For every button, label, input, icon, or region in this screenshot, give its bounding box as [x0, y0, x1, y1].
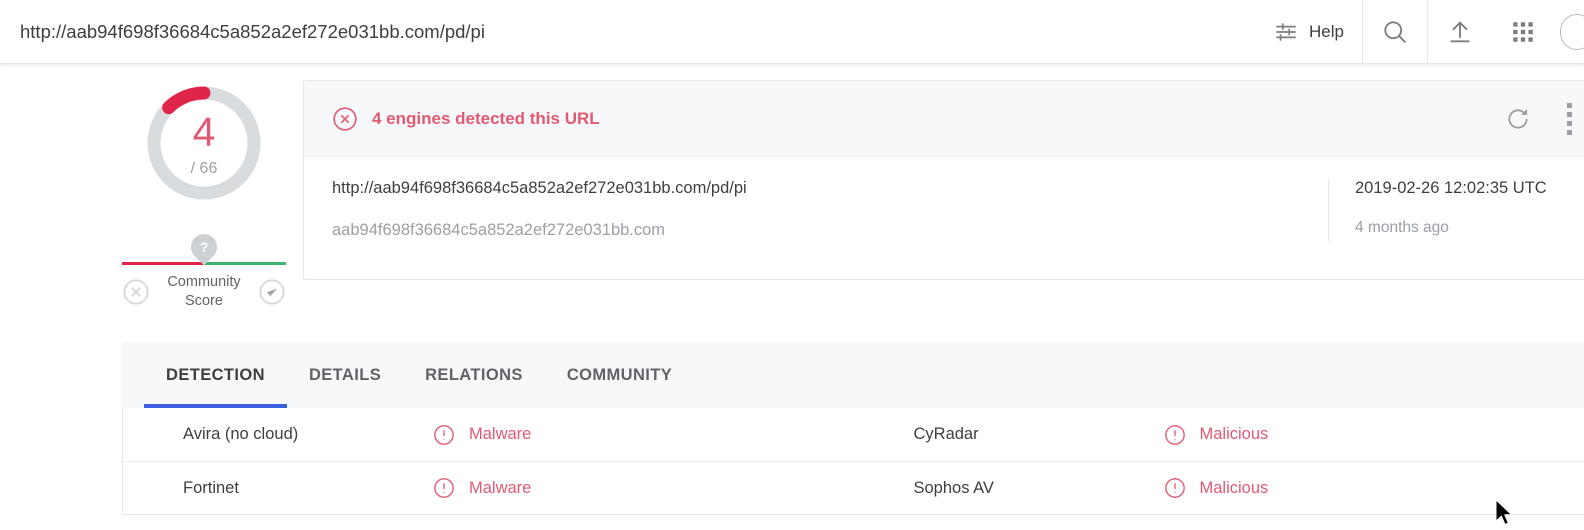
community-bar-negative — [122, 262, 204, 265]
engine-name: CyRadar — [854, 425, 1164, 444]
url-summary-body: http://aab94f698f36684c5a852a2ef272e031b… — [304, 157, 1584, 267]
help-link[interactable]: Help — [1299, 22, 1344, 42]
community-score-label: Community Score — [150, 273, 258, 311]
community-bar-positive — [204, 262, 286, 265]
upload-icon — [1446, 18, 1474, 46]
circle-exclamation-icon — [433, 477, 455, 499]
url-info: http://aab94f698f36684c5a852a2ef272e031b… — [304, 179, 1328, 241]
scanned-domain[interactable]: aab94f698f36684c5a852a2ef272e031bb.com — [332, 221, 1328, 241]
tab-community[interactable]: COMMUNITY — [545, 342, 694, 408]
preferences-button[interactable]: Help — [1255, 0, 1362, 64]
engine-verdict: Malware — [433, 424, 531, 446]
engine-total: / 66 — [191, 160, 218, 178]
community-label-line1: Community — [167, 274, 240, 290]
circle-exclamation-icon — [1164, 477, 1186, 499]
toolbar-actions: Help — [1255, 0, 1584, 64]
table-row: Fortinet Malware Sophos AV Malicious — [123, 461, 1584, 514]
community-score-row: Community Score — [122, 273, 286, 311]
engine-verdict: Malware — [433, 477, 531, 499]
tab-details[interactable]: DETAILS — [287, 342, 403, 408]
tab-relations[interactable]: RELATIONS — [403, 342, 545, 408]
detection-banner-text: 4 engines detected this URL — [372, 109, 600, 129]
verdict-label: Malicious — [1200, 425, 1269, 444]
detection-entry: Sophos AV Malicious — [854, 462, 1584, 514]
engine-name: Sophos AV — [854, 479, 1164, 498]
engine-verdict: Malicious — [1164, 477, 1269, 499]
score-column: 4 / 66 ? Community Score — [122, 80, 286, 311]
sliders-icon — [1273, 19, 1299, 45]
url-omnibox[interactable]: http://aab94f698f36684c5a852a2ef272e031b… — [0, 21, 1255, 43]
community-marker-pin: ? — [186, 229, 223, 266]
detection-results-table: Avira (no cloud) Malware CyRadar Malicio… — [122, 408, 1584, 515]
refresh-icon[interactable] — [1505, 106, 1531, 132]
report-tabs: DETECTION DETAILS RELATIONS COMMUNITY — [122, 342, 1584, 408]
upload-button[interactable] — [1428, 0, 1492, 64]
apps-grid-icon — [1510, 19, 1536, 45]
tab-detection[interactable]: DETECTION — [144, 342, 287, 408]
community-marker-label: ? — [200, 239, 209, 255]
verdict-label: Malware — [469, 425, 531, 444]
scan-relative-time: 4 months ago — [1355, 219, 1584, 238]
detection-count: 4 — [193, 112, 216, 153]
apps-button[interactable] — [1492, 0, 1554, 64]
engine-verdict: Malicious — [1164, 424, 1269, 446]
table-row: Avira (no cloud) Malware CyRadar Malicio… — [123, 408, 1584, 461]
gauge-center: 4 / 66 — [141, 80, 267, 206]
verdict-label: Malicious — [1200, 479, 1269, 498]
mouse-cursor — [1496, 500, 1518, 530]
community-score-widget[interactable]: ? Community Score — [122, 234, 286, 311]
circle-check-icon — [258, 278, 286, 306]
detection-entry: Fortinet Malware — [123, 462, 854, 514]
search-button[interactable] — [1362, 0, 1428, 64]
scan-time-info: 2019-02-26 12:02:35 UTC 4 months ago — [1328, 179, 1584, 241]
report-page: 4 / 66 ? Community Score — [0, 64, 1584, 527]
url-summary-card: 4 engines detected this URL http://aab94… — [303, 80, 1584, 280]
account-button-clipped[interactable] — [1554, 0, 1584, 64]
verdict-label: Malware — [469, 479, 531, 498]
circle-exclamation-icon — [433, 424, 455, 446]
circle-exclamation-icon — [1164, 424, 1186, 446]
account-pill-icon — [1560, 14, 1584, 50]
community-label-line2: Score — [185, 293, 223, 309]
scan-timestamp: 2019-02-26 12:02:35 UTC — [1355, 179, 1584, 199]
search-icon — [1381, 18, 1409, 46]
engine-name: Fortinet — [123, 479, 433, 498]
engine-name: Avira (no cloud) — [123, 425, 433, 444]
detection-entry: CyRadar Malicious — [854, 408, 1584, 461]
circle-x-icon — [332, 106, 358, 132]
circle-x-icon — [122, 278, 150, 306]
detection-gauge: 4 / 66 — [141, 80, 267, 206]
scanned-url[interactable]: http://aab94f698f36684c5a852a2ef272e031b… — [332, 179, 1328, 199]
more-vertical-icon[interactable] — [1567, 103, 1572, 135]
detection-entry: Avira (no cloud) Malware — [123, 408, 854, 461]
browser-top-bar: http://aab94f698f36684c5a852a2ef272e031b… — [0, 0, 1584, 64]
detection-banner: 4 engines detected this URL — [304, 81, 1584, 157]
